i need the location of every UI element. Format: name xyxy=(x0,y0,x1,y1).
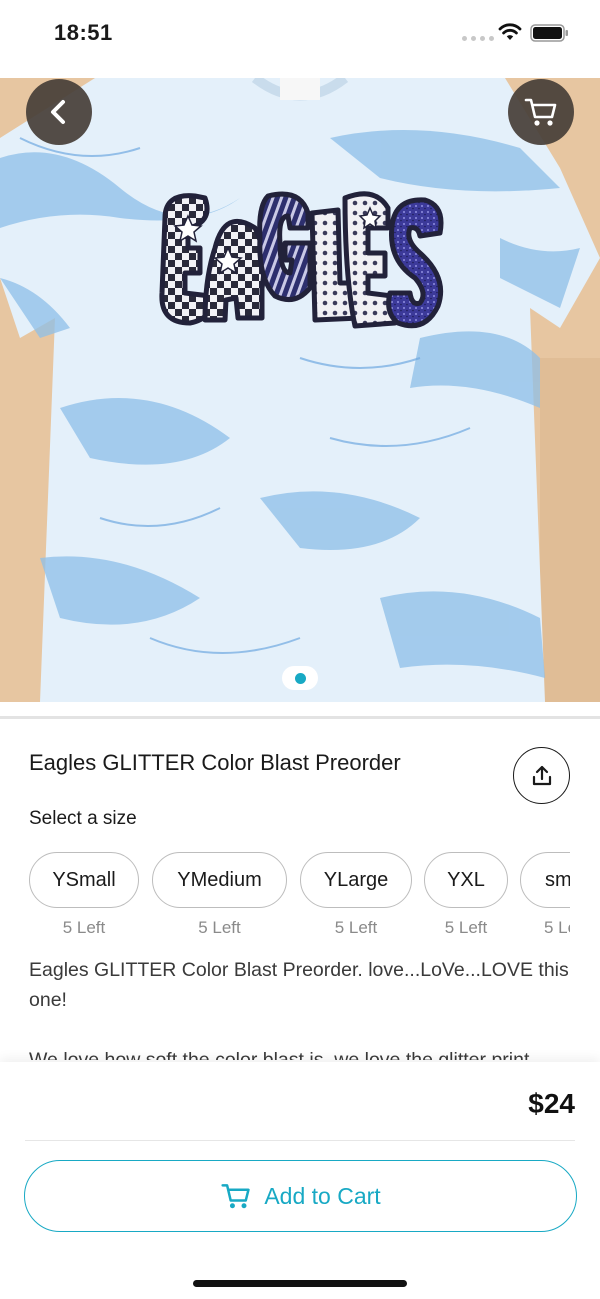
size-stock: 5 Le xyxy=(544,918,570,937)
size-stock: 5 Left xyxy=(444,918,488,937)
signal-dots-icon xyxy=(462,36,494,41)
share-icon xyxy=(532,765,551,785)
product-title: Eagles GLITTER Color Blast Preorder xyxy=(29,750,401,775)
product-description: Eagles GLITTER Color Blast Preorder. lov… xyxy=(29,955,574,1060)
checkout-panel: $24 Add to Cart xyxy=(0,1062,600,1299)
select-size-label: Select a size xyxy=(29,808,137,829)
status-time: 18:51 xyxy=(54,20,113,45)
size-option[interactable]: YMedium 5 Left xyxy=(152,852,287,938)
product-price: $24 xyxy=(528,1088,575,1119)
size-option[interactable]: YSmall 5 Left xyxy=(29,852,139,938)
size-chip-ysmall[interactable]: YSmall xyxy=(29,852,139,908)
description-paragraph: We love how soft the color blast is, we … xyxy=(29,1049,530,1060)
size-option[interactable]: YXL 5 Left xyxy=(424,852,508,938)
cart-icon xyxy=(221,1184,251,1209)
size-stock: 5 Left xyxy=(198,918,241,937)
size-option[interactable]: sm 5 Le xyxy=(520,852,570,938)
share-button[interactable] xyxy=(513,747,570,804)
cart-button[interactable] xyxy=(508,79,574,145)
gallery-active-dot xyxy=(294,672,306,684)
size-chip-yxl[interactable]: YXL xyxy=(424,852,508,908)
size-chip-sm[interactable]: sm xyxy=(520,852,570,908)
wifi-icon xyxy=(498,23,522,40)
add-to-cart-label: Add to Cart xyxy=(264,1182,381,1209)
add-to-cart-button[interactable]: Add to Cart xyxy=(24,1160,577,1232)
description-paragraph: Eagles GLITTER Color Blast Preorder. lov… xyxy=(29,959,569,1011)
product-image-gallery[interactable] xyxy=(0,78,600,702)
size-stock: 5 Left xyxy=(62,918,106,937)
home-indicator[interactable] xyxy=(193,1280,407,1287)
gallery-page-indicator[interactable] xyxy=(282,666,318,690)
size-selector: YSmall 5 Left YMedium 5 Left YLarge 5 Le… xyxy=(29,852,570,942)
back-chevron-icon xyxy=(51,100,65,124)
size-chip-ymedium[interactable]: YMedium xyxy=(152,852,287,908)
cart-icon xyxy=(524,98,557,126)
product-photo xyxy=(0,78,600,702)
status-bar: 18:51 xyxy=(0,0,600,78)
size-option[interactable]: YLarge 5 Left xyxy=(300,852,412,938)
divider xyxy=(25,1140,575,1141)
battery-icon xyxy=(530,24,568,42)
size-chip-ylarge[interactable]: YLarge xyxy=(300,852,412,908)
size-stock: 5 Left xyxy=(334,918,378,937)
divider xyxy=(0,716,600,719)
back-button[interactable] xyxy=(26,79,92,145)
